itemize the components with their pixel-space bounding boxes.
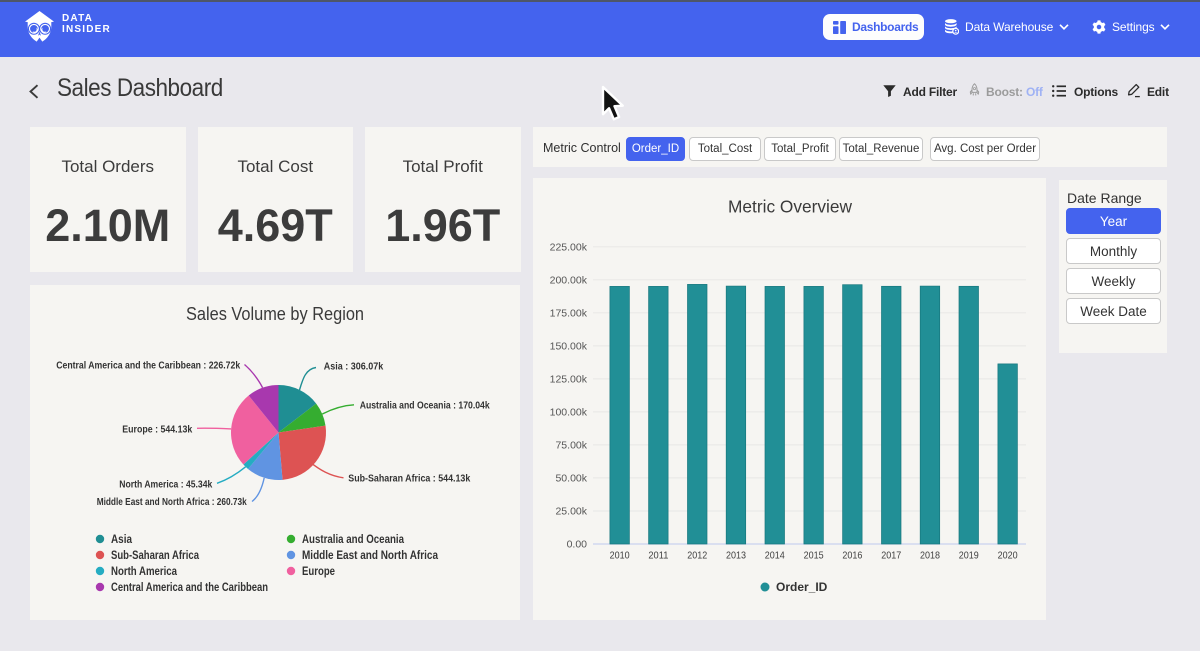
svg-text:100.00k: 100.00k [550,406,588,418]
svg-text:Sub-Saharan Africa : 544.13k: Sub-Saharan Africa : 544.13k [348,473,470,485]
svg-text:2020: 2020 [998,550,1018,562]
svg-text:175.00k: 175.00k [550,307,588,319]
svg-text:2018: 2018 [920,550,940,562]
svg-text:2016: 2016 [842,550,862,562]
svg-text:Middle East and North Africa: Middle East and North Africa [302,550,439,562]
svg-text:Australia and Oceania: Australia and Oceania [302,534,405,546]
svg-text:Europe : 544.13k: Europe : 544.13k [122,423,192,435]
svg-text:Metric Overview: Metric Overview [728,197,852,217]
svg-text:Asia: Asia [111,534,133,546]
svg-text:Sales Volume by Region: Sales Volume by Region [186,304,364,324]
svg-text:2017: 2017 [881,550,901,562]
svg-text:Asia : 306.07k: Asia : 306.07k [324,361,384,373]
svg-text:2015: 2015 [804,550,824,562]
svg-text:Sub-Saharan Africa: Sub-Saharan Africa [111,550,199,562]
svg-text:Central America and the Caribb: Central America and the Caribbean : 226.… [56,360,240,372]
svg-text:150.00k: 150.00k [550,340,588,352]
svg-text:Order_ID: Order_ID [776,580,828,594]
svg-text:Middle East and North Africa :: Middle East and North Africa : 260.73k [97,496,247,508]
svg-text:Australia and Oceania : 170.04: Australia and Oceania : 170.04k [360,400,490,412]
svg-text:2012: 2012 [687,550,707,562]
svg-text:North America: North America [111,566,177,578]
svg-text:2011: 2011 [648,550,668,562]
svg-text:50.00k: 50.00k [555,472,587,484]
svg-text:2019: 2019 [959,550,979,562]
svg-text:0.00: 0.00 [567,539,588,551]
svg-text:North America : 45.34k: North America : 45.34k [119,479,212,491]
svg-text:200.00k: 200.00k [550,274,588,286]
svg-text:25.00k: 25.00k [555,506,587,518]
svg-text:2010: 2010 [610,550,630,562]
svg-text:Central America and the Caribb: Central America and the Caribbean [111,582,268,594]
svg-text:2014: 2014 [765,550,785,562]
svg-text:2013: 2013 [726,550,746,562]
svg-text:Europe: Europe [302,566,335,578]
svg-text:125.00k: 125.00k [550,373,588,385]
svg-text:75.00k: 75.00k [555,439,587,451]
svg-text:225.00k: 225.00k [550,241,588,253]
